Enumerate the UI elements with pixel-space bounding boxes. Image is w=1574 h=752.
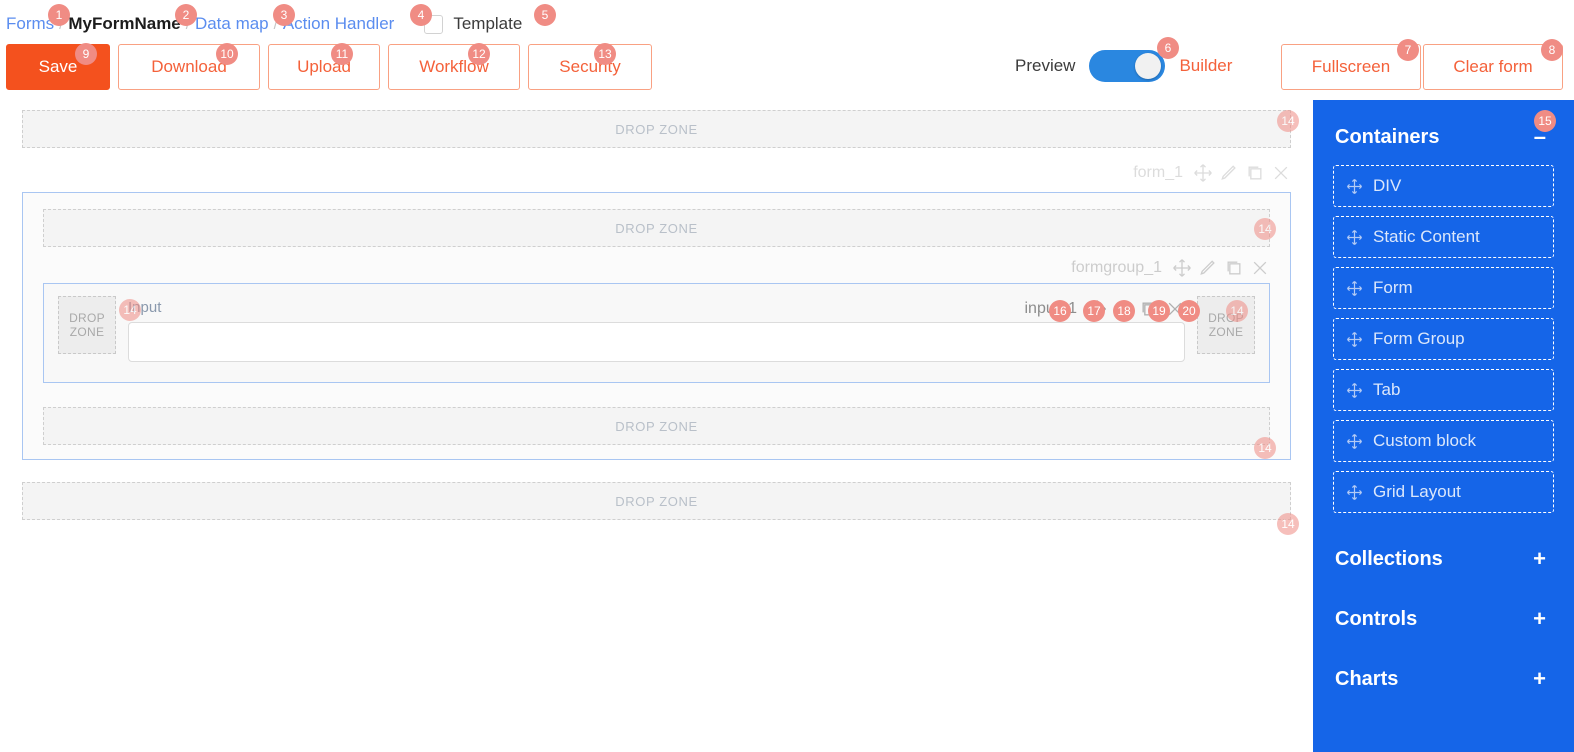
close-icon[interactable] bbox=[1165, 299, 1185, 319]
close-icon[interactable] bbox=[1271, 163, 1291, 183]
input-field-label: Input bbox=[128, 299, 162, 316]
drop-zone-small-text: DROP ZONE bbox=[69, 311, 105, 339]
move-icon bbox=[1346, 280, 1363, 296]
breadcrumb-separator: / bbox=[273, 15, 278, 33]
form-controls: form_1 bbox=[22, 160, 1291, 186]
form-builder-app: Forms / MyFormName / Data map / Action H… bbox=[0, 0, 1574, 752]
palette-item-label: Static Content bbox=[1373, 227, 1480, 246]
annotation-badge-5: 5 bbox=[534, 4, 556, 26]
fullscreen-button[interactable]: Fullscreen bbox=[1281, 44, 1421, 90]
input-field-header: Input input_1 bbox=[128, 296, 1185, 322]
move-icon bbox=[1346, 331, 1363, 347]
preview-label: Preview bbox=[1015, 56, 1076, 75]
palette-section-collections[interactable]: Collections + bbox=[1333, 540, 1554, 578]
breadcrumb-item-forms[interactable]: Forms bbox=[6, 14, 54, 34]
secondary-toolbar: Fullscreen Clear form bbox=[1281, 44, 1563, 90]
move-icon[interactable] bbox=[1087, 299, 1107, 319]
form-canvas: DROP ZONE form_1 DROP ZONE formgroup_1 D… bbox=[0, 100, 1313, 752]
palette-section-title: Collections bbox=[1335, 547, 1443, 570]
duplicate-icon[interactable] bbox=[1245, 163, 1265, 183]
template-checkbox[interactable] bbox=[424, 14, 444, 34]
palette-item-custom-block[interactable]: Custom block bbox=[1333, 420, 1554, 462]
palette-section-title: Containers bbox=[1335, 125, 1440, 148]
workflow-button[interactable]: Workflow bbox=[388, 44, 520, 90]
palette-item-form[interactable]: Form bbox=[1333, 267, 1554, 309]
drop-zone-form-top[interactable]: DROP ZONE bbox=[43, 209, 1270, 247]
edit-icon[interactable] bbox=[1113, 299, 1133, 319]
formgroup-controls: formgroup_1 bbox=[43, 255, 1270, 281]
collapse-icon[interactable]: – bbox=[1534, 124, 1550, 150]
breadcrumb-item-action-handler[interactable]: Action Handler bbox=[283, 14, 395, 34]
template-label: Template bbox=[453, 14, 523, 33]
palette-section-controls[interactable]: Controls + bbox=[1333, 600, 1554, 638]
close-icon[interactable] bbox=[1250, 258, 1270, 278]
clear-form-button[interactable]: Clear form bbox=[1423, 44, 1563, 90]
formgroup-container[interactable]: DROP ZONE Input input_1 DROP ZONE bbox=[43, 283, 1270, 383]
palette-item-label: DIV bbox=[1373, 176, 1402, 195]
drop-zone-small-text: DROP ZONE bbox=[1208, 311, 1244, 339]
palette-item-label: Grid Layout bbox=[1373, 482, 1461, 501]
breadcrumb: Forms / MyFormName / Data map / Action H… bbox=[6, 14, 522, 34]
duplicate-icon[interactable] bbox=[1224, 258, 1244, 278]
drop-zone-input-left[interactable]: DROP ZONE bbox=[58, 296, 116, 354]
expand-icon[interactable]: + bbox=[1533, 666, 1550, 692]
palette-item-label: Custom block bbox=[1373, 431, 1476, 450]
palette-item-tab[interactable]: Tab bbox=[1333, 369, 1554, 411]
palette-section-title: Controls bbox=[1335, 607, 1418, 630]
breadcrumb-separator: / bbox=[185, 15, 190, 33]
drop-zone-root-top[interactable]: DROP ZONE bbox=[22, 110, 1291, 148]
input-row: DROP ZONE Input input_1 DROP ZONE bbox=[58, 296, 1255, 362]
drop-zone-input-right[interactable]: DROP ZONE bbox=[1197, 296, 1255, 354]
palette-section-charts[interactable]: Charts + bbox=[1333, 660, 1554, 698]
breadcrumb-item-data-map[interactable]: Data map bbox=[195, 14, 269, 34]
template-checkbox-group: Template bbox=[424, 14, 522, 34]
palette-item-static-content[interactable]: Static Content bbox=[1333, 216, 1554, 258]
mode-switch-group: Preview Builder bbox=[1015, 50, 1232, 82]
move-icon bbox=[1346, 433, 1363, 449]
expand-icon[interactable]: + bbox=[1533, 606, 1550, 632]
palette-item-label: Tab bbox=[1373, 380, 1401, 399]
move-icon bbox=[1346, 484, 1363, 500]
edit-icon[interactable] bbox=[1219, 163, 1239, 183]
drop-zone-form-bottom[interactable]: DROP ZONE bbox=[43, 407, 1270, 445]
move-icon[interactable] bbox=[1172, 258, 1192, 278]
palette-item-label: Form bbox=[1373, 278, 1413, 297]
form-id-label: form_1 bbox=[1133, 164, 1183, 181]
duplicate-icon[interactable] bbox=[1139, 299, 1159, 319]
palette-item-label: Form Group bbox=[1373, 329, 1465, 348]
formgroup-id-label: formgroup_1 bbox=[1071, 259, 1162, 276]
toggle-knob bbox=[1135, 53, 1162, 79]
palette-item-grid-layout[interactable]: Grid Layout bbox=[1333, 471, 1554, 513]
palette-item-div[interactable]: DIV bbox=[1333, 165, 1554, 207]
form-container[interactable]: DROP ZONE formgroup_1 DROP ZONE Input in… bbox=[22, 192, 1291, 460]
component-palette: Containers – DIV Static Content Form For… bbox=[1313, 100, 1574, 752]
move-icon bbox=[1346, 229, 1363, 245]
upload-button[interactable]: Upload bbox=[268, 44, 380, 90]
breadcrumb-separator: / bbox=[59, 15, 64, 33]
input-id-label: input_1 bbox=[1024, 300, 1078, 317]
move-icon bbox=[1346, 382, 1363, 398]
input-field[interactable] bbox=[128, 322, 1185, 362]
input-field-wrapper: Input input_1 bbox=[128, 296, 1185, 362]
save-button[interactable]: Save bbox=[6, 44, 110, 90]
palette-section-title: Charts bbox=[1335, 667, 1399, 690]
move-icon[interactable] bbox=[1193, 163, 1213, 183]
security-button[interactable]: Security bbox=[528, 44, 652, 90]
breadcrumb-item-form-name: MyFormName bbox=[68, 14, 181, 33]
input-controls: input_1 bbox=[1025, 296, 1186, 322]
move-icon bbox=[1346, 178, 1363, 194]
edit-icon[interactable] bbox=[1198, 258, 1218, 278]
palette-section-containers[interactable]: Containers – bbox=[1333, 118, 1554, 156]
palette-item-form-group[interactable]: Form Group bbox=[1333, 318, 1554, 360]
download-button[interactable]: Download bbox=[118, 44, 260, 90]
expand-icon[interactable]: + bbox=[1533, 546, 1550, 572]
primary-toolbar: Save Download Upload Workflow Security bbox=[6, 44, 652, 90]
drop-zone-root-bottom[interactable]: DROP ZONE bbox=[22, 482, 1291, 520]
preview-builder-toggle[interactable] bbox=[1089, 50, 1166, 82]
builder-label: Builder bbox=[1179, 56, 1233, 75]
